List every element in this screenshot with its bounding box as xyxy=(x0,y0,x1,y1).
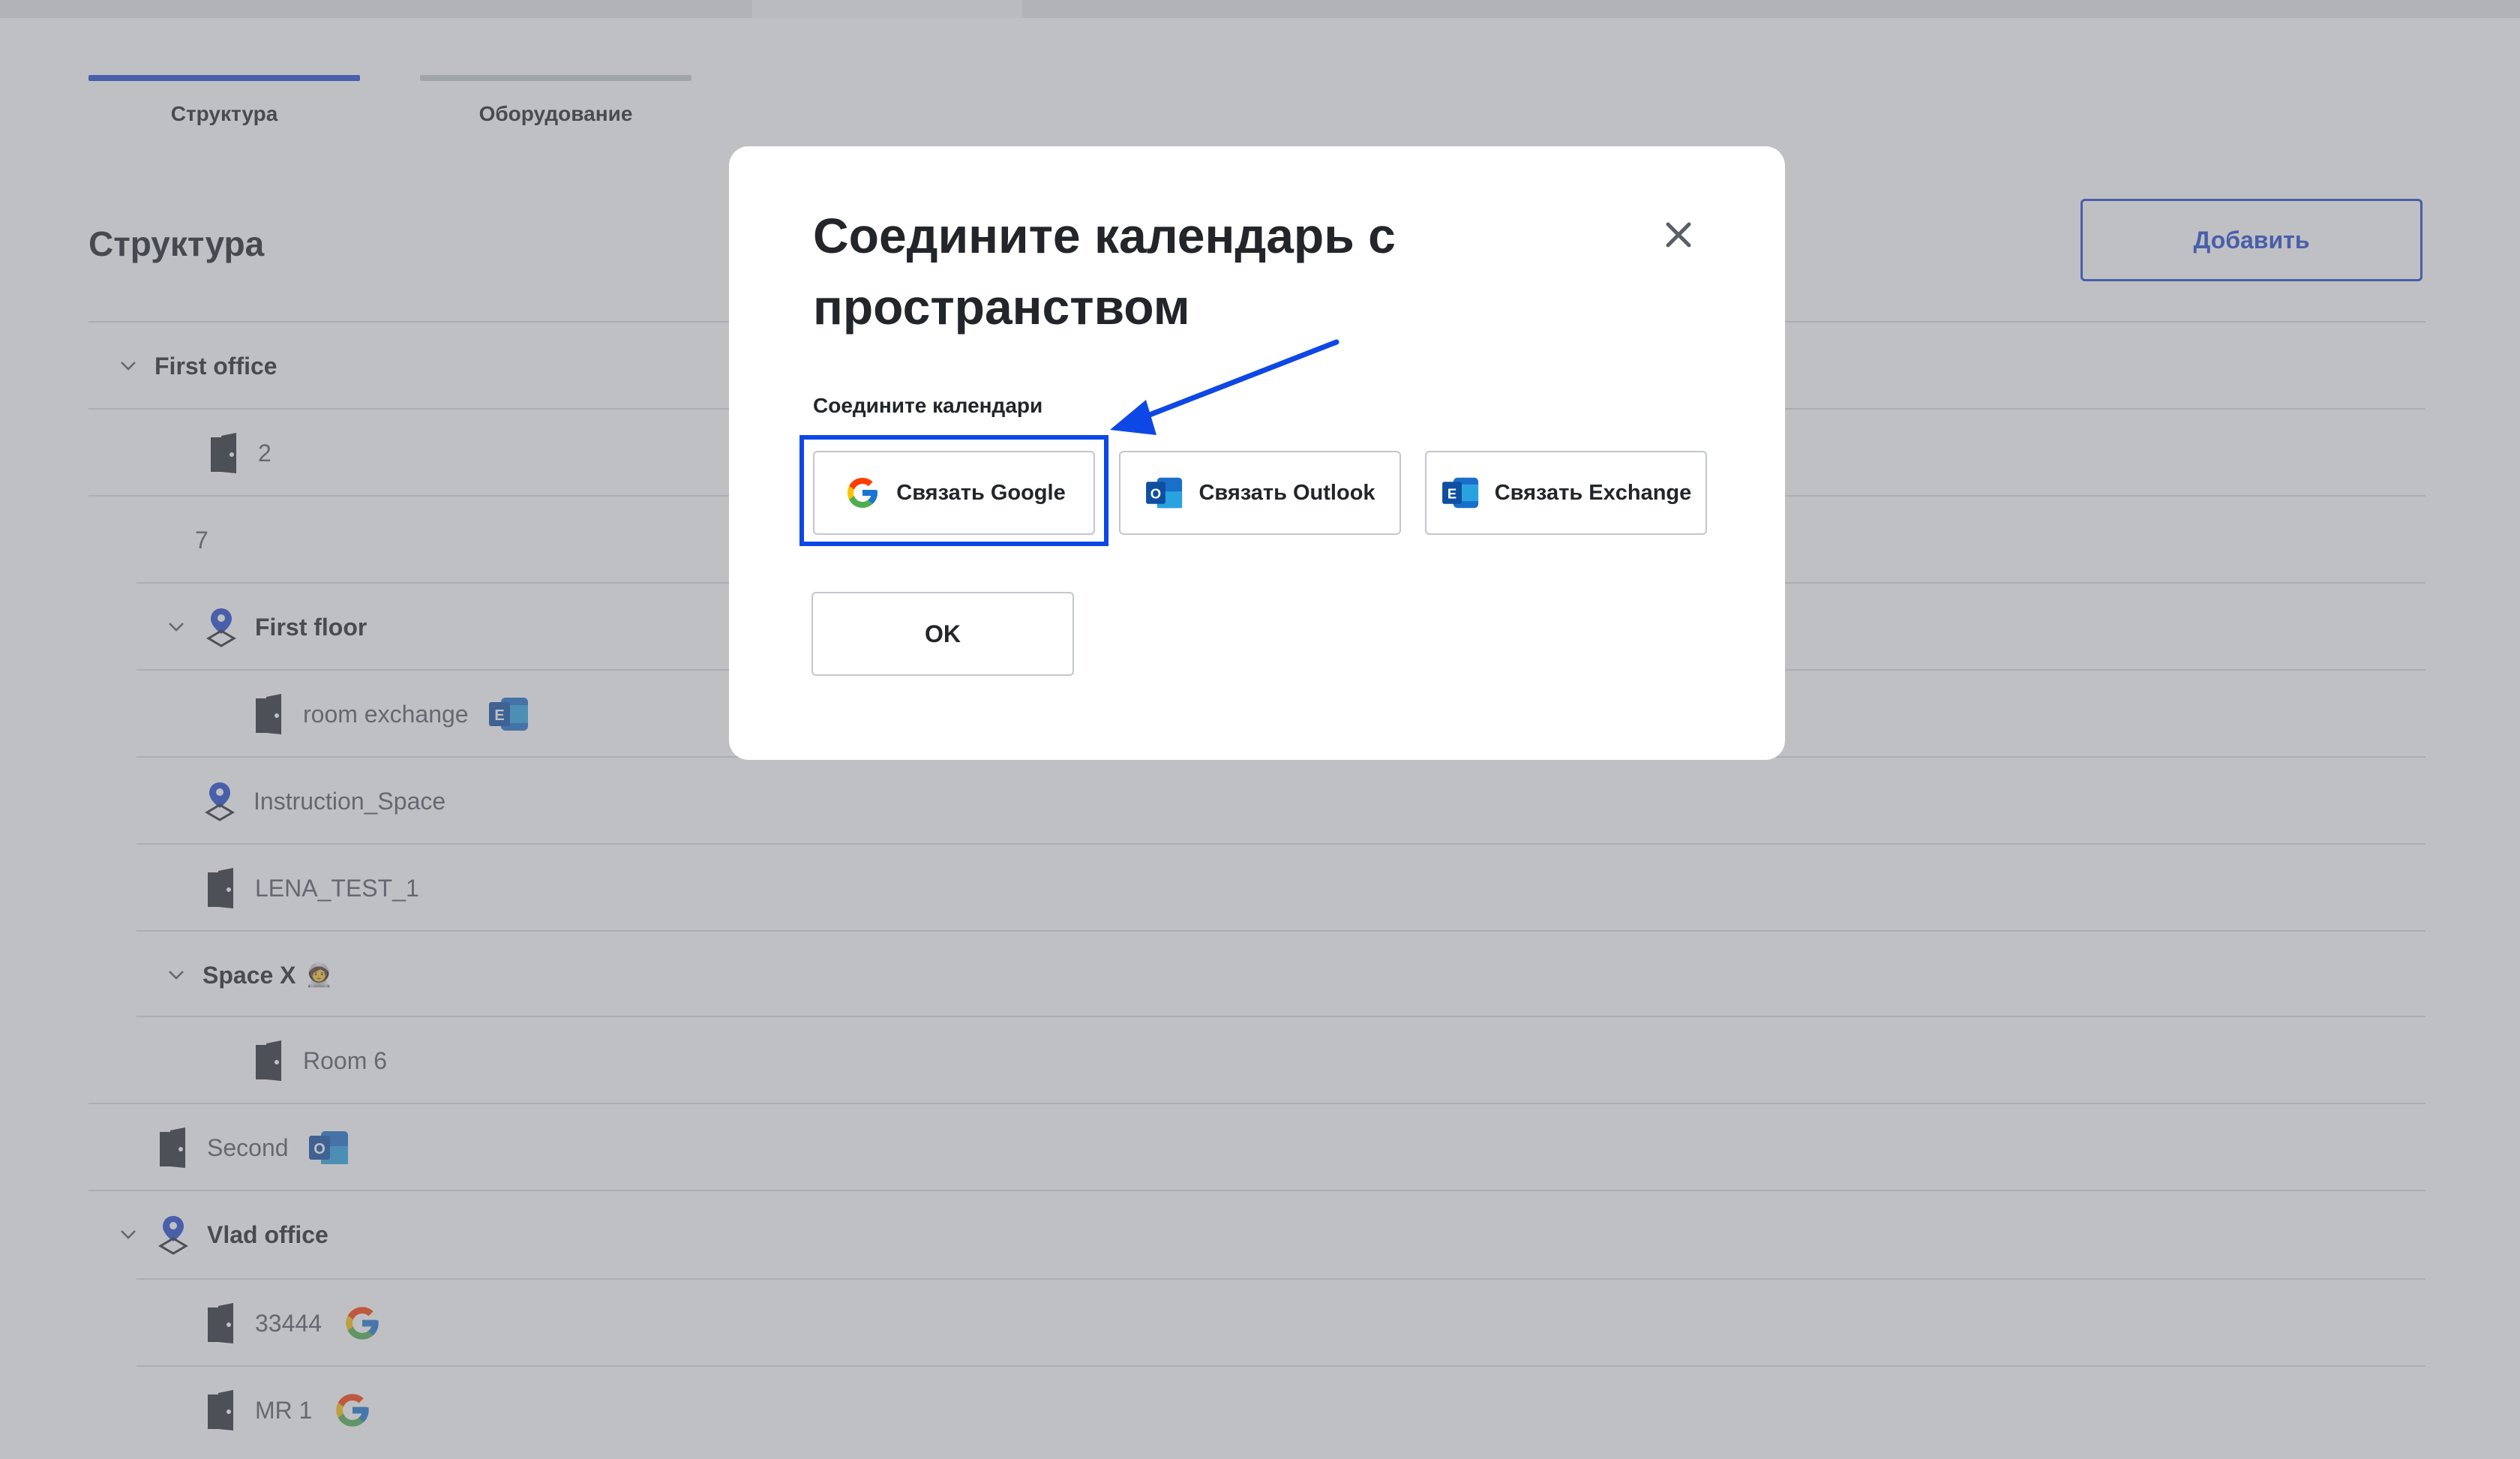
dialog-title: Соедините календарь с пространством xyxy=(813,208,1396,335)
connect-exchange-button[interactable]: E Связать Exchange xyxy=(1425,451,1707,535)
ok-button[interactable]: OK xyxy=(812,592,1074,676)
outlook-icon: O xyxy=(1144,473,1185,513)
google-highlight-box xyxy=(800,435,1108,546)
dialog-subtitle: Соедините календари xyxy=(813,394,1043,417)
exchange-icon: E xyxy=(1441,473,1481,513)
close-icon[interactable] xyxy=(1658,214,1700,256)
connect-outlook-label: Связать Outlook xyxy=(1198,480,1376,505)
connect-outlook-button[interactable]: O Связать Outlook xyxy=(1119,451,1401,535)
connect-calendar-dialog: Соедините календарь с пространством Соед… xyxy=(729,146,1785,760)
svg-text:O: O xyxy=(1150,485,1161,501)
connect-exchange-label: Связать Exchange xyxy=(1494,480,1692,505)
svg-text:E: E xyxy=(1448,485,1456,501)
